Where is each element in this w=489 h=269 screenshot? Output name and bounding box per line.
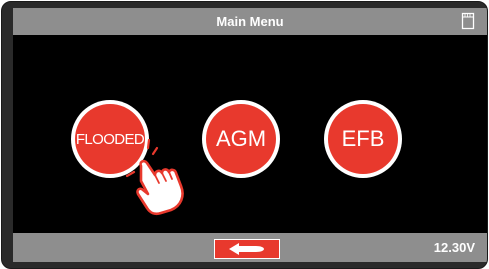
agm-button-label: AGM [206, 104, 276, 174]
bottom-bar: 12.30V [13, 233, 487, 262]
sd-card-icon [461, 12, 475, 30]
hand-tap-icon [121, 138, 184, 216]
tester-device-frame: Main Menu FLOODED AGM EFB 12.30V [1, 1, 488, 269]
title-bar: Main Menu [13, 8, 487, 35]
back-button[interactable] [214, 239, 280, 259]
agm-button[interactable]: AGM [202, 100, 280, 178]
tester-screen: Main Menu FLOODED AGM EFB 12.30V [13, 8, 487, 262]
voltage-readout: 12.30V [433, 240, 475, 255]
efb-button-label: EFB [328, 104, 398, 174]
page-title: Main Menu [216, 14, 284, 29]
efb-button[interactable]: EFB [324, 100, 402, 178]
return-arrow-icon [229, 243, 264, 255]
